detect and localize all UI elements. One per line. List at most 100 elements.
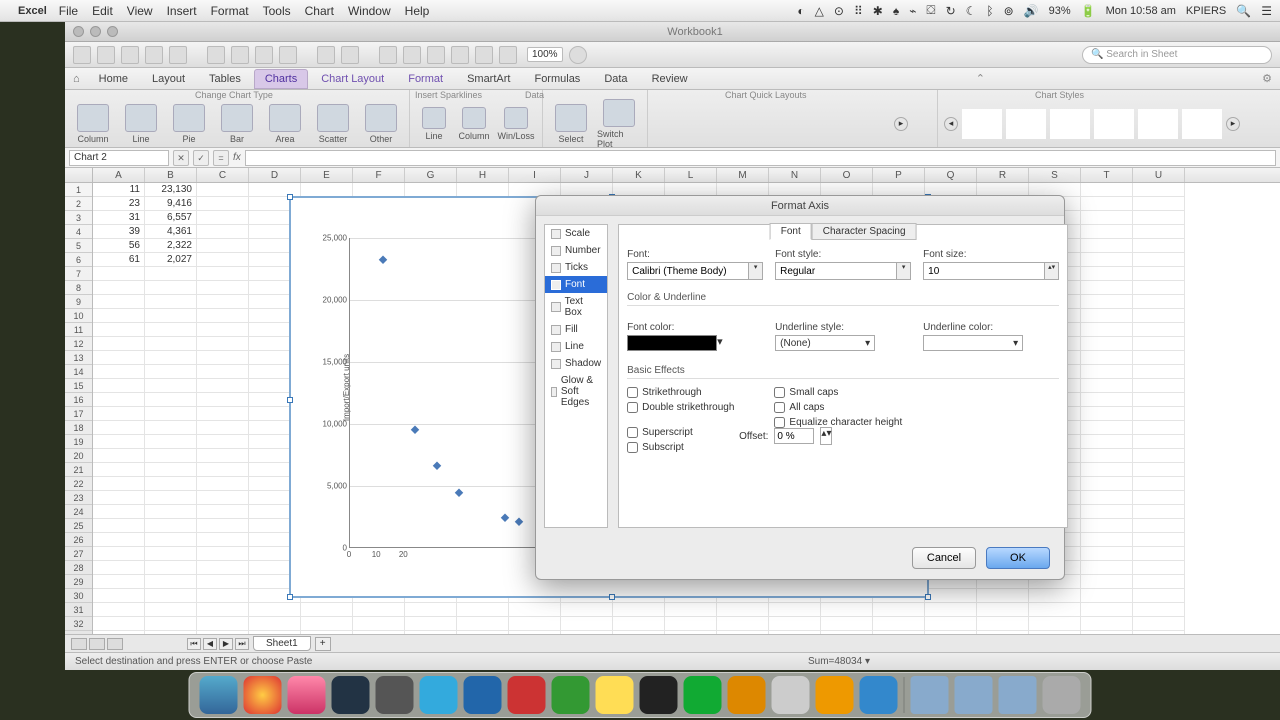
tab-tables[interactable]: Tables bbox=[198, 69, 252, 89]
cell[interactable]: 61 bbox=[93, 253, 145, 267]
add-sheet-button[interactable]: + bbox=[315, 637, 331, 651]
dock-app-itunes[interactable] bbox=[288, 676, 326, 714]
cell[interactable]: 2,027 bbox=[145, 253, 197, 267]
row-header[interactable]: 25 bbox=[65, 519, 92, 533]
sidebar-item-number[interactable]: Number bbox=[545, 242, 607, 259]
toolbar-sort-icon[interactable] bbox=[403, 46, 421, 64]
cell[interactable]: 23 bbox=[93, 197, 145, 211]
toolbar-icon[interactable] bbox=[499, 46, 517, 64]
dropbox-icon[interactable]: ⛋ bbox=[926, 3, 935, 18]
dock-app[interactable] bbox=[772, 676, 810, 714]
toolbar-copy-icon[interactable] bbox=[231, 46, 249, 64]
cell[interactable]: 23,130 bbox=[145, 183, 197, 197]
sidebar-item-line[interactable]: Line bbox=[545, 338, 607, 355]
clock[interactable]: Mon 10:58 am bbox=[1106, 5, 1176, 17]
formula-cancel-icon[interactable]: ✕ bbox=[173, 150, 189, 166]
dock-app-word[interactable] bbox=[464, 676, 502, 714]
row-header[interactable]: 28 bbox=[65, 561, 92, 575]
check-subscript[interactable]: Subscript bbox=[627, 442, 734, 453]
row-header[interactable]: 1 bbox=[65, 183, 92, 197]
data-select[interactable]: Select bbox=[549, 104, 593, 144]
data-switch-plot[interactable]: Switch Plot bbox=[597, 99, 641, 149]
quick-layout-more-icon[interactable]: ▸ bbox=[894, 117, 908, 131]
chart-data-point[interactable] bbox=[501, 514, 509, 522]
toolbar-save-icon[interactable] bbox=[145, 46, 163, 64]
row-header[interactable]: 7 bbox=[65, 267, 92, 281]
row-header[interactable]: 6 bbox=[65, 253, 92, 267]
chart-style-next-icon[interactable]: ▸ bbox=[1226, 117, 1240, 131]
font-dropdown-icon[interactable]: ▾ bbox=[749, 262, 763, 280]
notifications-icon[interactable]: ☰ bbox=[1261, 4, 1272, 18]
dock-app[interactable] bbox=[640, 676, 678, 714]
quick-layout-option[interactable] bbox=[734, 109, 770, 139]
offset-stepper[interactable]: ▴▾ bbox=[820, 427, 832, 445]
check-all-caps[interactable]: All caps bbox=[774, 402, 902, 413]
chart-data-point[interactable] bbox=[433, 461, 441, 469]
sheet-nav-first-icon[interactable]: ⏮ bbox=[187, 638, 201, 650]
dock-app-settings[interactable] bbox=[376, 676, 414, 714]
zoom-level[interactable]: 100% bbox=[527, 47, 563, 62]
cell[interactable]: 6,557 bbox=[145, 211, 197, 225]
quick-layout-option[interactable] bbox=[774, 109, 810, 139]
column-header[interactable]: F bbox=[353, 168, 405, 182]
chart-type-scatter[interactable]: Scatter bbox=[311, 104, 355, 144]
cell[interactable]: 31 bbox=[93, 211, 145, 225]
row-header[interactable]: 2 bbox=[65, 197, 92, 211]
dock-app-stickies[interactable] bbox=[596, 676, 634, 714]
cell[interactable]: 4,361 bbox=[145, 225, 197, 239]
column-header[interactable]: B bbox=[145, 168, 197, 182]
offset-input[interactable] bbox=[774, 428, 814, 444]
dock-app-skype[interactable] bbox=[420, 676, 458, 714]
row-header[interactable]: 18 bbox=[65, 421, 92, 435]
tab-smartart[interactable]: SmartArt bbox=[456, 69, 521, 89]
column-header[interactable]: D bbox=[249, 168, 301, 182]
chart-style-option[interactable] bbox=[1094, 109, 1134, 139]
sidebar-item-shadow[interactable]: Shadow bbox=[545, 355, 607, 372]
select-all-corner[interactable] bbox=[65, 168, 93, 182]
chart-type-line[interactable]: Line bbox=[119, 104, 163, 144]
quick-layout-option[interactable] bbox=[814, 109, 850, 139]
wifi-icon[interactable]: ⊚ bbox=[1004, 4, 1014, 18]
row-header[interactable]: 12 bbox=[65, 337, 92, 351]
row-header[interactable]: 21 bbox=[65, 463, 92, 477]
cell[interactable]: 39 bbox=[93, 225, 145, 239]
check-superscript[interactable]: Superscript bbox=[627, 427, 734, 438]
cell[interactable]: 2,322 bbox=[145, 239, 197, 253]
column-header[interactable]: N bbox=[769, 168, 821, 182]
font-color-dropdown-icon[interactable]: ▾ bbox=[717, 335, 723, 353]
row-header[interactable]: 27 bbox=[65, 547, 92, 561]
menu-window[interactable]: Window bbox=[348, 4, 391, 18]
dock-folder[interactable] bbox=[999, 676, 1037, 714]
row-header[interactable]: 14 bbox=[65, 365, 92, 379]
sidebar-item-scale[interactable]: Scale bbox=[545, 225, 607, 242]
sheet-nav-next-icon[interactable]: ▶ bbox=[219, 638, 233, 650]
column-header[interactable]: H bbox=[457, 168, 509, 182]
chart-data-point[interactable] bbox=[514, 517, 522, 525]
formula-input[interactable] bbox=[245, 150, 1276, 166]
column-header[interactable]: A bbox=[93, 168, 145, 182]
toolbar-sum-icon[interactable] bbox=[379, 46, 397, 64]
menu-view[interactable]: View bbox=[127, 4, 153, 18]
menu-tools[interactable]: Tools bbox=[263, 4, 291, 18]
ribbon-settings-icon[interactable]: ⚙ bbox=[1262, 72, 1272, 85]
chart-style-option[interactable] bbox=[962, 109, 1002, 139]
dock-app[interactable] bbox=[816, 676, 854, 714]
font-style-dropdown-icon[interactable]: ▾ bbox=[897, 262, 911, 280]
tab-chart-layout[interactable]: Chart Layout bbox=[310, 69, 395, 89]
tab-layout[interactable]: Layout bbox=[141, 69, 196, 89]
menubar-status-icon[interactable]: ⌁ bbox=[909, 4, 916, 18]
bluetooth-icon[interactable]: ᛒ bbox=[986, 4, 993, 18]
chart-x-axis[interactable]: 01020 bbox=[349, 548, 539, 568]
cell[interactable]: 11 bbox=[93, 183, 145, 197]
toolbar-icon[interactable] bbox=[73, 46, 91, 64]
search-input[interactable]: 🔍 Search in Sheet bbox=[1082, 46, 1272, 64]
row-header[interactable]: 5 bbox=[65, 239, 92, 253]
cell[interactable]: 9,416 bbox=[145, 197, 197, 211]
user-name[interactable]: KPIERS bbox=[1186, 5, 1226, 17]
column-header[interactable]: M bbox=[717, 168, 769, 182]
row-header[interactable]: 31 bbox=[65, 603, 92, 617]
sheet-nav-last-icon[interactable]: ⏭ bbox=[235, 638, 249, 650]
font-size-input[interactable] bbox=[923, 262, 1045, 280]
menu-insert[interactable]: Insert bbox=[167, 4, 197, 18]
chart-type-bar[interactable]: Bar bbox=[215, 104, 259, 144]
